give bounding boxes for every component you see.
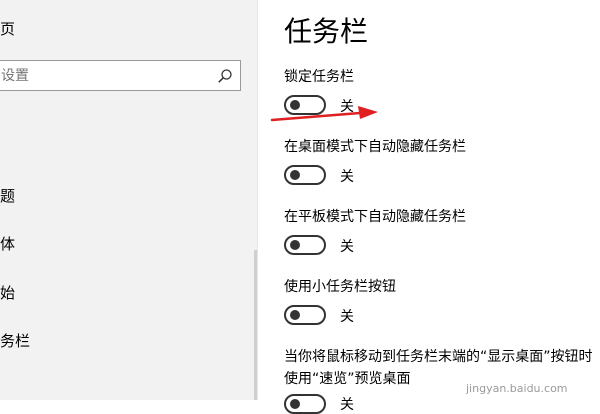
main-panel: 任务栏 锁定任务栏 关 在桌面模式下自动隐藏任务栏 关 在平板模式下自动隐藏任务…	[258, 0, 600, 414]
search-icon[interactable]	[217, 68, 233, 84]
toggle-peek[interactable]	[284, 394, 326, 414]
sidebar-item-fonts[interactable]: 体	[0, 233, 15, 254]
toggle-state-peek: 关	[340, 397, 354, 413]
watermark: jingyan.baidu.com	[466, 382, 568, 395]
toggle-knob	[290, 240, 300, 250]
arrow-shaft	[270, 111, 362, 122]
search-input[interactable]	[1, 61, 211, 90]
toggle-state-autohide-tablet: 关	[340, 239, 354, 255]
toggle-autohide-tablet[interactable]	[284, 235, 326, 255]
page-title: 任务栏	[284, 15, 369, 48]
setting-label-autohide-desktop: 在桌面模式下自动隐藏任务栏	[284, 139, 466, 155]
toggle-autohide-desktop[interactable]	[284, 165, 326, 185]
toggle-state-small-buttons: 关	[340, 309, 354, 325]
setting-label-lock-taskbar: 锁定任务栏	[284, 69, 354, 85]
red-arrow-annotation	[270, 106, 378, 122]
toggle-knob	[290, 310, 300, 320]
setting-label-peek-line2: 使用“速览”预览桌面	[284, 371, 411, 387]
toggle-knob	[290, 170, 300, 180]
setting-label-peek-line1: 当你将鼠标移动到任务栏末端的“显示桌面”按钮时	[284, 349, 593, 365]
toggle-state-autohide-desktop: 关	[340, 169, 354, 185]
search-box[interactable]	[0, 60, 241, 91]
toggle-small-buttons[interactable]	[284, 305, 326, 325]
setting-label-autohide-tablet: 在平板模式下自动隐藏任务栏	[284, 209, 466, 225]
sidebar-item-themes[interactable]: 题	[0, 185, 15, 206]
sidebar-item-taskbar[interactable]: 务栏	[0, 330, 30, 351]
settings-sidebar: 页 题 体 始 务栏	[0, 0, 258, 400]
sidebar-scrollbar[interactable]	[254, 250, 257, 400]
arrow-head	[358, 106, 378, 119]
sidebar-item-start[interactable]: 始	[0, 282, 15, 303]
sidebar-home-item[interactable]: 页	[0, 18, 15, 39]
setting-label-small-buttons: 使用小任务栏按钮	[284, 279, 396, 295]
toggle-knob	[290, 399, 300, 409]
